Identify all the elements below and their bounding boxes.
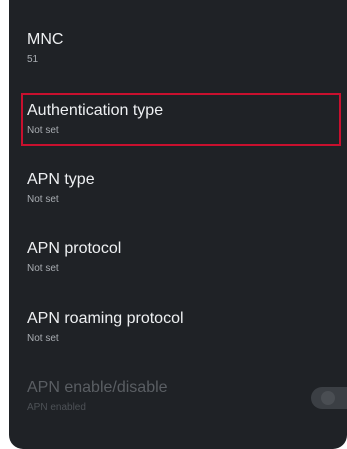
setting-mnc-title: MNC: [27, 31, 64, 48]
highlight-box: [21, 93, 341, 146]
setting-apn-roaming-protocol-value: Not set: [27, 333, 59, 344]
setting-mnc-value: 51: [27, 54, 39, 65]
setting-apn-enable-value: APN enabled: [27, 402, 86, 413]
setting-apn-roaming-protocol-title: APN roaming protocol: [27, 310, 184, 327]
setting-apn-enable: APN enable/disable APN enabled: [27, 378, 347, 415]
setting-apn-protocol-value: Not set: [27, 263, 59, 274]
apn-enable-toggle: [311, 387, 347, 409]
setting-apn-enable-title: APN enable/disable: [27, 379, 168, 396]
setting-apn-type[interactable]: APN type Not set: [27, 170, 347, 207]
setting-apn-type-title: APN type: [27, 171, 95, 188]
apn-settings-screen: MNC 51 Authentication type Not set APN t…: [9, 0, 347, 449]
setting-apn-protocol[interactable]: APN protocol Not set: [27, 239, 347, 276]
setting-mnc[interactable]: MNC 51: [27, 30, 347, 67]
setting-apn-roaming-protocol[interactable]: APN roaming protocol Not set: [27, 309, 347, 346]
setting-apn-type-value: Not set: [27, 194, 59, 205]
setting-apn-protocol-title: APN protocol: [27, 240, 122, 257]
toggle-thumb: [321, 391, 335, 405]
